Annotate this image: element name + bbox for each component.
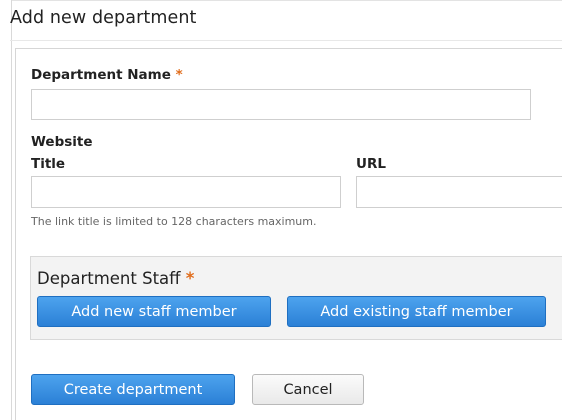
department-name-label: Department Name * <box>31 67 183 83</box>
department-name-label-text: Department Name <box>31 67 171 83</box>
frame-top-border <box>11 0 562 1</box>
add-department-page: Add new department Department Name * Web… <box>0 0 562 420</box>
website-url-input[interactable] <box>356 176 562 208</box>
website-url-label: URL <box>356 156 386 172</box>
add-existing-staff-button[interactable]: Add existing staff member <box>287 296 546 327</box>
required-marker: * <box>175 67 183 83</box>
required-marker: * <box>185 269 195 288</box>
cancel-button[interactable]: Cancel <box>252 374 364 405</box>
title-divider <box>10 40 562 41</box>
frame-left-border <box>11 0 12 420</box>
add-new-staff-button[interactable]: Add new staff member <box>37 296 271 327</box>
website-title-input[interactable] <box>31 176 341 208</box>
department-name-input[interactable] <box>31 89 531 120</box>
department-staff-heading-text: Department Staff <box>37 269 181 288</box>
page-title: Add new department <box>10 8 197 28</box>
website-heading: Website <box>31 134 93 150</box>
department-staff-heading: Department Staff * <box>37 269 194 288</box>
create-department-button[interactable]: Create department <box>31 374 235 405</box>
link-title-help-text: The link title is limited to 128 charact… <box>31 215 317 228</box>
website-title-label: Title <box>31 156 66 172</box>
